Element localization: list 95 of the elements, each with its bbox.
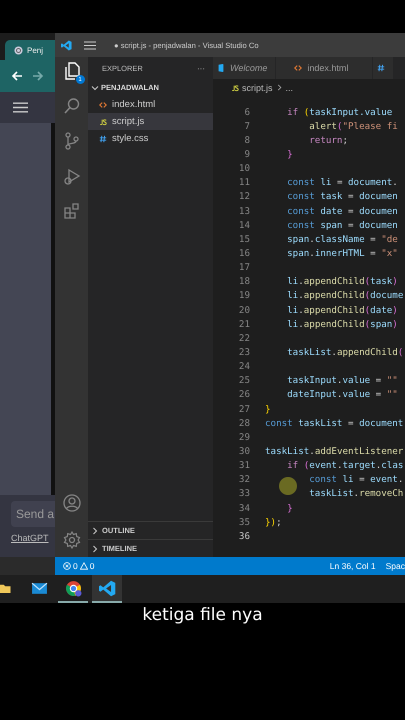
code-line: li.appendChild(task) bbox=[286, 276, 398, 288]
line-number: 30 bbox=[238, 446, 250, 457]
code-line: taskList.appendChild( bbox=[286, 346, 404, 358]
code-line: const li = event. bbox=[308, 474, 404, 486]
line-number: 9 bbox=[243, 148, 250, 160]
indentation-status[interactable]: Spac bbox=[386, 561, 405, 571]
account-icon[interactable] bbox=[62, 493, 82, 514]
hash-file-icon bbox=[99, 134, 107, 142]
line-number: 14 bbox=[238, 220, 250, 231]
code-line: const date = documen bbox=[286, 206, 398, 217]
line-number: 16 bbox=[238, 248, 250, 259]
code-line: }); bbox=[265, 516, 282, 528]
code-line: if (event.target.clas bbox=[286, 460, 404, 472]
line-number: 20 bbox=[238, 304, 250, 316]
code-line: const taskList = document bbox=[265, 418, 404, 429]
line-number: 24 bbox=[238, 361, 250, 372]
code-line: return; bbox=[308, 134, 348, 146]
file-item[interactable]: index.html bbox=[88, 96, 213, 113]
video-caption: ketiga file nya bbox=[142, 605, 263, 625]
code-line: li.appendChild(span) bbox=[286, 318, 398, 330]
line-number: 35 bbox=[238, 516, 250, 528]
cursor-highlight-icon bbox=[279, 477, 297, 495]
code-line: taskList.addEventListener bbox=[265, 446, 404, 457]
line-number: 11 bbox=[238, 177, 250, 188]
chat-logo-icon bbox=[14, 46, 23, 54]
chevron-icon bbox=[91, 544, 99, 552]
cursor-position[interactable]: Ln 36, Col 1 bbox=[330, 561, 376, 571]
chevron-icon bbox=[91, 84, 99, 92]
code-line: const span = documen bbox=[286, 220, 398, 231]
code-line: span.className = "de bbox=[286, 234, 398, 245]
line-number: 25 bbox=[238, 375, 250, 386]
line-number: 34 bbox=[238, 502, 250, 514]
line-number: 33 bbox=[238, 488, 250, 500]
line-number: 32 bbox=[238, 474, 250, 486]
editor-tab[interactable]: Welcome bbox=[213, 57, 276, 79]
menu-icon[interactable] bbox=[13, 102, 28, 113]
code-line: alert("Please fi bbox=[308, 120, 398, 132]
menu-icon[interactable] bbox=[84, 40, 96, 50]
code-line: li.appendChild(docume bbox=[286, 290, 404, 302]
code-line: taskInput.value = "" bbox=[286, 375, 398, 386]
line-number: 17 bbox=[238, 262, 250, 274]
line-number: 26 bbox=[238, 389, 250, 400]
line-number: 21 bbox=[238, 318, 250, 330]
chevron-icon bbox=[91, 526, 99, 534]
browser-tab[interactable]: Penj bbox=[5, 40, 55, 60]
error-icon bbox=[63, 562, 71, 570]
css-tab[interactable] bbox=[373, 57, 394, 79]
back-icon[interactable] bbox=[11, 70, 23, 82]
forward-icon[interactable] bbox=[32, 70, 44, 82]
code-line: const task = documen bbox=[286, 191, 398, 202]
breadcrumb-item[interactable]: ... bbox=[286, 82, 294, 92]
line-number: 27 bbox=[238, 404, 250, 415]
html-file-icon bbox=[294, 64, 302, 72]
line-number: 6 bbox=[243, 106, 250, 118]
line-number: 29 bbox=[238, 432, 250, 443]
settings-icon[interactable] bbox=[62, 530, 82, 551]
line-number: 28 bbox=[238, 418, 250, 429]
more-actions-button[interactable]: ··· bbox=[197, 64, 205, 72]
code-line: const li = document. bbox=[286, 177, 398, 188]
html-file-icon bbox=[99, 100, 107, 108]
hash-file-icon bbox=[377, 64, 386, 72]
breadcrumb-item[interactable]: script.js bbox=[242, 82, 273, 92]
file-item[interactable]: style.css bbox=[88, 130, 213, 147]
chevron-icon bbox=[276, 84, 283, 91]
code-line: taskList.removeCh bbox=[308, 488, 404, 500]
line-number: 10 bbox=[238, 163, 250, 174]
editor-tab[interactable]: index.html bbox=[276, 57, 374, 79]
message-input-field[interactable]: Send a bbox=[11, 501, 55, 527]
run-icon[interactable] bbox=[62, 166, 82, 187]
code-line: if (taskInput.value bbox=[286, 106, 392, 118]
line-number: 22 bbox=[238, 332, 250, 344]
code-line: } bbox=[265, 404, 271, 415]
line-number: 18 bbox=[238, 276, 250, 288]
editor-taskbar-icon[interactable] bbox=[92, 575, 122, 603]
line-number: 15 bbox=[238, 234, 250, 245]
line-number: 36 bbox=[238, 530, 250, 542]
line-number: 31 bbox=[238, 460, 250, 472]
line-number: 23 bbox=[238, 346, 250, 358]
code-line: li.appendChild(date) bbox=[286, 304, 398, 316]
code-line: dateInput.value = "" bbox=[286, 389, 398, 400]
footer-link[interactable]: ChatGPT bbox=[11, 533, 55, 543]
code-line: } bbox=[286, 148, 293, 160]
line-number: 8 bbox=[243, 134, 250, 146]
js-file-icon bbox=[231, 84, 239, 92]
warning-icon bbox=[80, 562, 88, 570]
file-item[interactable]: script.js bbox=[88, 113, 213, 130]
warning-count[interactable]: 0 bbox=[90, 561, 94, 571]
line-number: 19 bbox=[238, 290, 250, 302]
line-number: 7 bbox=[243, 120, 250, 132]
code-line: span.innerHTML = "x" bbox=[286, 248, 398, 259]
line-number: 12 bbox=[238, 191, 250, 202]
js-file-icon bbox=[99, 118, 107, 126]
code-line: } bbox=[286, 502, 293, 514]
line-number: 13 bbox=[238, 206, 250, 217]
error-count[interactable]: 0 bbox=[73, 561, 78, 571]
